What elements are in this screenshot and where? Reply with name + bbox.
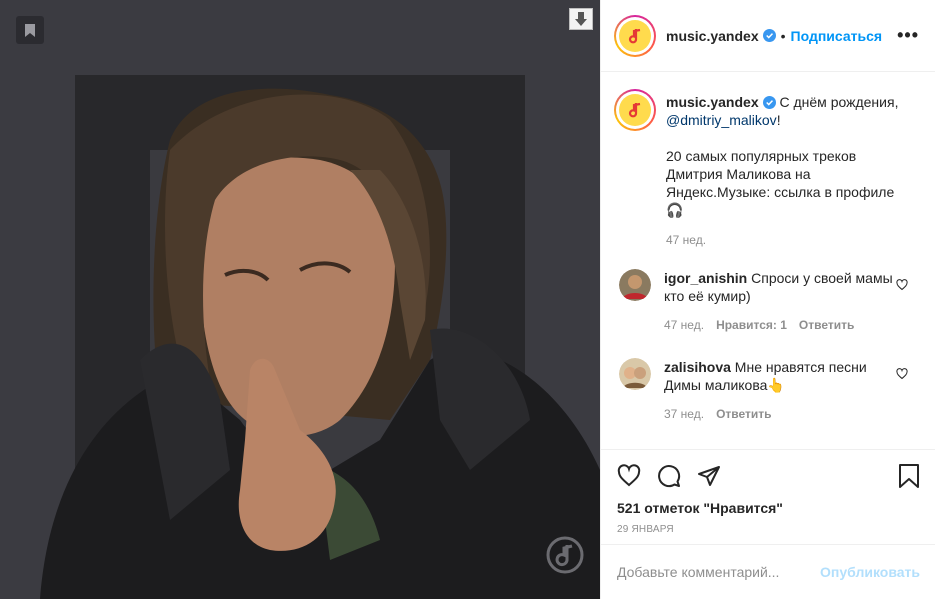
comment-username[interactable]: zalisihova: [664, 359, 731, 375]
header-separator: •: [780, 27, 786, 44]
caption-username[interactable]: music.yandex: [666, 94, 759, 110]
post-side-panel: music.yandex • Подписаться ••• music.yan…: [600, 0, 935, 599]
reply-button[interactable]: Ответить: [716, 405, 771, 423]
like-comment-heart-icon[interactable]: [896, 368, 908, 380]
music-note-icon: [628, 28, 641, 43]
save-bookmark-icon[interactable]: [898, 464, 920, 488]
portrait-photo: [40, 88, 600, 599]
bookmark-icon: [25, 23, 35, 37]
publish-button[interactable]: Опубликовать: [820, 564, 920, 580]
comment-username[interactable]: igor_anishin: [664, 270, 747, 286]
yandex-music-watermark-icon: [546, 536, 584, 574]
post-header: music.yandex • Подписаться •••: [601, 0, 935, 72]
verified-badge-icon: [762, 29, 776, 42]
comment-likes[interactable]: Нравится: 1: [716, 316, 787, 334]
verified-badge-icon: [762, 96, 776, 109]
follow-button[interactable]: Подписаться: [791, 28, 883, 44]
caption-time[interactable]: 47 нед.: [666, 231, 706, 249]
post-actions: 521 отметок "Нравится" 29 января: [601, 449, 935, 535]
download-arrow-icon: [575, 12, 587, 26]
likes-count[interactable]: 521 отметок "Нравится": [617, 500, 920, 516]
comment-item: igor_anishin Спроси у своей мамы кто её …: [614, 269, 920, 334]
caption: music.yandex С днём рождения, @dmitriy_m…: [614, 89, 920, 249]
commenter-avatar[interactable]: [619, 358, 651, 390]
caption-text-end: !: [776, 112, 781, 128]
reply-button[interactable]: Ответить: [799, 316, 854, 334]
like-comment-heart-icon[interactable]: [896, 279, 908, 291]
comment-time[interactable]: 47 нед.: [664, 316, 704, 334]
comment-input[interactable]: [617, 564, 821, 580]
author-username[interactable]: music.yandex: [666, 28, 759, 44]
author-avatar[interactable]: [614, 14, 656, 57]
share-paper-plane-icon[interactable]: [697, 464, 721, 488]
music-note-icon: [628, 102, 641, 118]
download-button[interactable]: [569, 8, 593, 30]
comment-time[interactable]: 37 нед.: [664, 405, 704, 423]
instagram-post: music.yandex • Подписаться ••• music.yan…: [0, 0, 935, 599]
comments-section: music.yandex С днём рождения, @dmitriy_m…: [601, 73, 935, 449]
caption-mention-link[interactable]: @dmitriy_malikov: [666, 112, 777, 128]
comment-item: zalisihova Мне нравятся песни Димы малик…: [614, 358, 920, 423]
comment-bubble-icon[interactable]: [657, 464, 681, 488]
commenter-avatar[interactable]: [619, 269, 651, 301]
post-date[interactable]: 29 января: [617, 524, 920, 535]
caption-avatar[interactable]: [614, 89, 656, 131]
like-heart-icon[interactable]: [617, 464, 641, 488]
caption-body: 20 самых популярных треков Дмитрия Малик…: [666, 148, 895, 218]
collection-bookmark-button[interactable]: [16, 16, 44, 44]
post-image[interactable]: [0, 0, 600, 599]
more-options-button[interactable]: •••: [897, 25, 919, 46]
caption-text: С днём рождения,: [775, 94, 899, 110]
add-comment-bar: Опубликовать: [601, 544, 935, 599]
